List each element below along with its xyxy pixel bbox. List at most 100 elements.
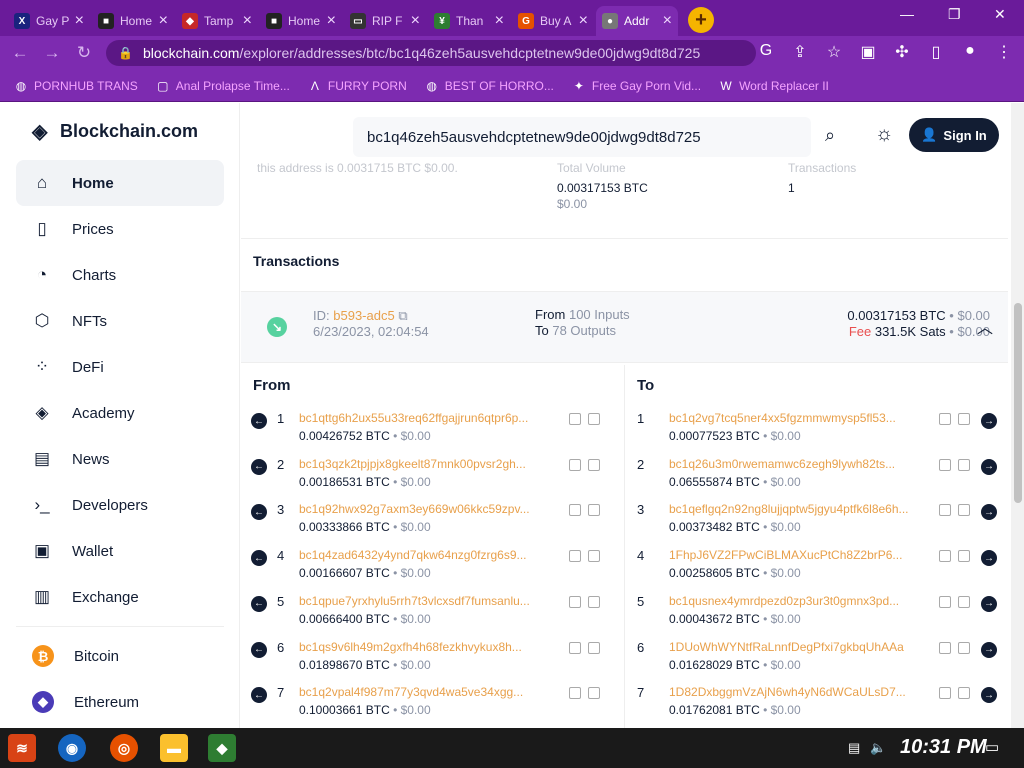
copy-icon[interactable]: ⧉ [398, 308, 407, 323]
search-input[interactable]: bc1q46zeh5ausvehdcptetnew9de00jdwg9dt8d7… [353, 117, 811, 157]
address-link[interactable]: bc1qpue7yrxhylu5rrh7t3vlcxsdf7fumsanlu..… [299, 594, 563, 608]
tab-close-icon[interactable]: × [579, 12, 588, 30]
app-icon[interactable]: ◆ [208, 734, 236, 762]
arrow-right-icon[interactable]: → [981, 550, 997, 567]
arrow-right-icon[interactable]: → [981, 504, 997, 521]
sidebar-item-academy[interactable]: ◈ Academy [16, 390, 224, 436]
address-link[interactable]: bc1qusnex4ymrdpezd0zp3ur3t0gmnx3pd... [669, 594, 933, 608]
copy-icon[interactable] [939, 641, 951, 654]
bookmark-item[interactable]: Λ FURRY PORN [308, 79, 407, 93]
sidebar-item-bitcoin[interactable]: ₿ Bitcoin [16, 633, 224, 679]
copy-icon[interactable] [939, 550, 951, 563]
qr-icon[interactable] [588, 641, 600, 654]
sidepanel-icon[interactable]: ▯ [926, 42, 946, 62]
star-icon[interactable]: ☆ [824, 42, 844, 62]
bookmark-item[interactable]: ▢ Anal Prolapse Time... [156, 79, 290, 93]
sidebar-item-prices[interactable]: ▯ Prices [16, 206, 224, 252]
bookmark-item[interactable]: ◍ PORNHUB TRANS [14, 79, 138, 93]
qr-icon[interactable] [958, 413, 970, 425]
arrow-right-icon[interactable]: → [981, 595, 997, 612]
address-link[interactable]: bc1q26u3m0rwemamwc6zegh9lywh82ts... [669, 457, 933, 471]
bookmark-item[interactable]: W Word Replacer II [719, 79, 828, 93]
transaction-card[interactable]: ↘ ID: b593-adc5 ⧉ 6/23/2023, 02:04:54 Fr… [241, 291, 1008, 363]
arrow-right-icon[interactable]: → [981, 687, 997, 704]
close-window-icon[interactable]: ✕ [994, 6, 1006, 23]
address-link[interactable]: bc1q4zad6432y4ynd7qkw64nzg0fzrg6s9... [299, 548, 563, 562]
chevron-up-icon[interactable]: ︿ [977, 314, 993, 338]
qr-icon[interactable] [588, 687, 600, 700]
clock[interactable]: 10:31 PM [900, 736, 987, 759]
tab-close-icon[interactable]: × [327, 12, 336, 30]
qr-icon[interactable] [588, 504, 600, 517]
browser-tab[interactable]: ▭ RIP F × [344, 6, 426, 36]
copy-icon[interactable] [569, 595, 581, 608]
sidebar-item-charts[interactable]: ◔ Charts [16, 252, 224, 298]
tx-id-link[interactable]: b593-adc5 [333, 308, 394, 323]
system-tray[interactable]: ▤ 🔈 [848, 740, 886, 756]
sidebar-item-exchange[interactable]: ▥ Exchange [16, 574, 224, 620]
reload-icon[interactable]: ↻ [72, 43, 96, 63]
browser-tab[interactable]: X Gay P × [8, 6, 90, 36]
address-link[interactable]: bc1q2vpal4f987m77y3qvd4wa5ve34xgg... [299, 685, 563, 699]
bookmark-item[interactable]: ◍ BEST OF HORRO... [425, 79, 554, 93]
address-link[interactable]: bc1q2vg7tcq5ner4xx5fgzmmwmysp5fl53... [669, 411, 933, 425]
network-icon[interactable]: ▤ [848, 740, 860, 756]
address-bar[interactable]: 🔒 blockchain.com/explorer/addresses/btc/… [106, 40, 756, 66]
browser-tab[interactable]: ● Addr × [596, 6, 678, 36]
sidebar-item-defi[interactable]: ⁘ DeFi [16, 344, 224, 390]
address-link[interactable]: bc1qttg6h2ux55u33req62ffgajjrun6qtpr6p..… [299, 411, 563, 425]
copy-icon[interactable] [569, 687, 581, 700]
copy-icon[interactable] [939, 413, 951, 425]
sidebar-item-ethereum[interactable]: ◆ Ethereum [16, 679, 224, 725]
copy-icon[interactable] [939, 504, 951, 517]
copy-icon[interactable] [939, 687, 951, 700]
chrome-icon[interactable]: ◉ [58, 734, 86, 762]
address-link[interactable]: 1FhpJ6VZ2FPwCiBLMAXucPtCh8Z2brP6... [669, 548, 933, 562]
copy-icon[interactable] [569, 641, 581, 654]
qr-icon[interactable] [588, 550, 600, 563]
sign-in-button[interactable]: 👤 Sign In [909, 118, 999, 152]
tab-close-icon[interactable]: × [411, 12, 420, 30]
share-icon[interactable]: ⇪ [790, 42, 810, 62]
copy-icon[interactable] [569, 458, 581, 471]
copy-icon[interactable] [939, 595, 951, 608]
tab-close-icon[interactable]: × [243, 12, 252, 30]
new-tab-button[interactable]: + [688, 7, 714, 33]
copy-icon[interactable] [939, 458, 951, 471]
address-link[interactable]: bc1qeflgq2n92ng8lujjqptw5jgyu4ptfk6l8e6h… [669, 502, 933, 516]
address-link[interactable]: 1DUoWhWYNtfRaLnnfDegPfxi7gkbqUhAAa [669, 640, 933, 654]
forward-icon[interactable]: → [40, 43, 64, 63]
copy-icon[interactable] [569, 550, 581, 563]
browser-tab[interactable]: G Buy A × [512, 6, 594, 36]
menu-icon[interactable]: ⋮ [994, 42, 1014, 62]
tab-close-icon[interactable]: × [663, 12, 672, 30]
brand-logo[interactable]: ◈ Blockchain.com [32, 121, 198, 142]
tab-close-icon[interactable]: × [75, 12, 84, 30]
maximize-icon[interactable]: ❐ [948, 6, 961, 23]
bookmark-item[interactable]: ✦ Free Gay Porn Vid... [572, 79, 701, 93]
back-icon[interactable]: ← [8, 43, 32, 63]
sidebar-item-home[interactable]: ⌂ Home [16, 160, 224, 206]
qr-icon[interactable] [588, 458, 600, 471]
address-link[interactable]: bc1q92hwx92g7axm3ey669w06kkc59zpv... [299, 502, 563, 516]
sidebar-item-developers[interactable]: ›_ Developers [16, 482, 224, 528]
qr-icon[interactable] [958, 458, 970, 471]
qr-icon[interactable] [958, 641, 970, 654]
firefox-icon[interactable]: ◎ [110, 734, 138, 762]
qr-icon[interactable] [958, 687, 970, 700]
qr-icon[interactable] [588, 595, 600, 608]
folder-icon[interactable]: ▬ [160, 734, 188, 762]
profile-icon[interactable]: ● [960, 42, 980, 62]
qr-icon[interactable] [958, 550, 970, 563]
browser-tab[interactable]: ◆ Tamp × [176, 6, 258, 36]
sidebar-item-wallet[interactable]: ▣ Wallet [16, 528, 224, 574]
sidebar-item-news[interactable]: ▤ News [16, 436, 224, 482]
volume-icon[interactable]: 🔈 [870, 740, 886, 756]
arrow-right-icon[interactable]: → [981, 413, 997, 429]
copy-icon[interactable] [569, 504, 581, 517]
address-link[interactable]: bc1q3qzk2tpjpjx8gkeelt87mnk00pvsr2gh... [299, 457, 563, 471]
scrollbar[interactable] [1011, 103, 1024, 728]
qr-icon[interactable] [958, 595, 970, 608]
tab-close-icon[interactable]: × [159, 12, 168, 30]
browser-tab[interactable]: ■ Home × [260, 6, 342, 36]
